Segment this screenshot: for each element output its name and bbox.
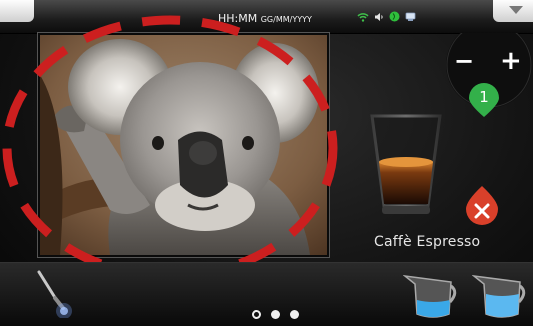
speaker-icon: [374, 7, 384, 26]
coffee-machine-screen: HH:MM GG/MM/YYYY − + 1 Caffè Espresso: [0, 0, 533, 326]
cup-count-badge: 1: [468, 82, 500, 118]
status-icons: [357, 10, 416, 22]
espresso-cup-icon: [370, 114, 442, 214]
page-dot-1[interactable]: [252, 310, 261, 319]
menu-tab[interactable]: [493, 0, 533, 22]
milk-pitcher-icon[interactable]: [402, 270, 459, 320]
beverage-name: Caffè Espresso: [374, 234, 481, 250]
wifi-icon: [357, 7, 369, 26]
home-tab[interactable]: [0, 0, 34, 22]
chevron-down-icon: [509, 6, 523, 14]
cup-count-value: 1: [479, 88, 489, 106]
steam-wand-icon[interactable]: [33, 268, 73, 319]
bean-icon: [389, 7, 400, 26]
status-bar: HH:MM GG/MM/YYYY: [0, 0, 533, 34]
koala-photo: [38, 33, 329, 257]
cancel-button[interactable]: [464, 185, 500, 225]
date-time: HH:MM GG/MM/YYYY: [218, 12, 312, 25]
page-dot-3[interactable]: [290, 310, 299, 319]
usb-icon: [405, 7, 416, 26]
page-dot-2[interactable]: [271, 310, 280, 319]
page-indicator: [252, 310, 299, 319]
koala-image: [40, 35, 327, 255]
date-text: GG/MM/YYYY: [260, 15, 312, 24]
decrease-button[interactable]: −: [454, 49, 474, 73]
hot-water-pitcher-icon[interactable]: [471, 270, 528, 320]
time-text: HH:MM: [218, 12, 258, 25]
increase-button[interactable]: +: [500, 48, 522, 74]
